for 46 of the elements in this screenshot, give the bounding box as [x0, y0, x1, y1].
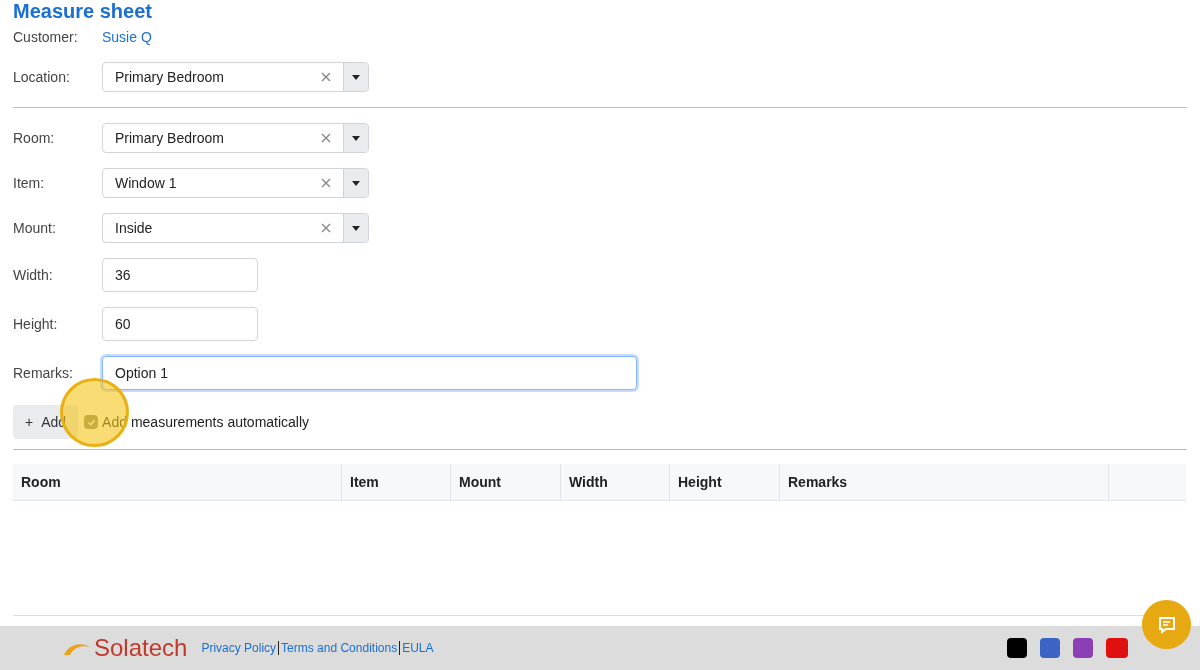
caret-icon	[352, 225, 360, 231]
column-header[interactable]: Mount	[451, 464, 561, 500]
select-value: Inside	[114, 218, 154, 238]
company-logo: Solatech	[62, 635, 188, 661]
checkbox[interactable]	[84, 415, 99, 429]
field-label: Width:	[13, 265, 54, 285]
clear-icon[interactable]	[321, 178, 331, 188]
select-value: Primary Bedroom	[114, 128, 225, 148]
text-field[interactable]: 36	[102, 258, 258, 292]
chat-icon	[1156, 614, 1177, 635]
select-field[interactable]: Primary Bedroom	[102, 62, 369, 92]
column-header[interactable]: Item	[342, 464, 451, 500]
text-field[interactable]: 60	[102, 307, 258, 341]
dropdown-toggle[interactable]	[343, 214, 368, 242]
caret-icon	[352, 180, 360, 186]
column-header[interactable]: Remarks	[780, 464, 1109, 500]
select-field[interactable]: Primary Bedroom	[102, 123, 369, 153]
dropdown-toggle[interactable]	[343, 169, 368, 197]
caret-icon	[352, 135, 360, 141]
clear-icon[interactable]	[321, 133, 331, 143]
page-title: Measure sheet	[13, 0, 152, 22]
select-field[interactable]: Inside	[102, 213, 369, 243]
text-field[interactable]: Option 1	[102, 356, 637, 390]
column-header[interactable]: Height	[670, 464, 780, 500]
clear-icon[interactable]	[321, 72, 331, 82]
field-label: Height:	[13, 314, 59, 334]
dropdown-toggle[interactable]	[343, 63, 368, 91]
field-label: Mount:	[13, 218, 57, 238]
check-icon	[86, 417, 96, 427]
field-label: Remarks:	[13, 363, 74, 383]
field-label: Item:	[13, 173, 46, 193]
select-field[interactable]: Window 1	[102, 168, 369, 198]
field-label: Location:	[13, 67, 71, 87]
field-label: Room:	[13, 128, 56, 148]
footer-link[interactable]: Privacy Policy	[201, 641, 277, 655]
column-header[interactable]: Room	[13, 464, 342, 500]
clear-icon[interactable]	[321, 223, 331, 233]
footer-link[interactable]: Terms and Conditions	[278, 641, 398, 655]
customer-link[interactable]: Susie Q	[102, 26, 152, 48]
column-header[interactable]: Width	[561, 464, 670, 500]
dropdown-toggle[interactable]	[343, 124, 368, 152]
footer-link[interactable]: EULA	[399, 641, 434, 655]
field-label: Customer:	[13, 27, 79, 47]
select-value: Window 1	[114, 173, 178, 193]
caret-icon	[352, 74, 360, 80]
select-value: Primary Bedroom	[114, 67, 225, 87]
